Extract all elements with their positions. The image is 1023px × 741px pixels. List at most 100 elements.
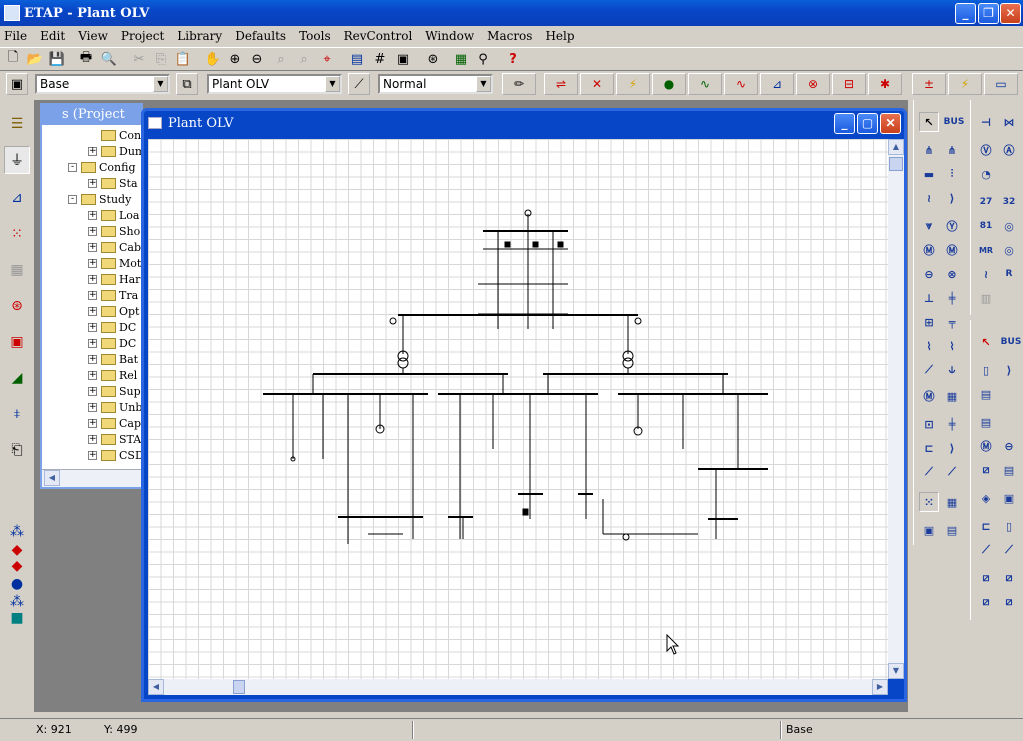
contactor-icon[interactable]: ⫝ — [942, 360, 962, 380]
generator-icon[interactable]: Ⓨ — [942, 216, 962, 236]
minimize-button[interactable]: _ — [955, 3, 976, 24]
tree-item[interactable]: + Sup — [88, 383, 141, 399]
expand-icon[interactable]: + — [88, 402, 97, 412]
pan-hand-icon[interactable]: ✋ — [202, 48, 224, 70]
square-icon[interactable]: ■ — [4, 604, 30, 632]
help-icon[interactable]: ? — [502, 48, 524, 70]
chevron-down-icon[interactable]: ▼ — [476, 76, 491, 92]
tree-item[interactable]: + Loa — [88, 207, 140, 223]
expand-icon[interactable]: + — [88, 306, 97, 316]
charger-icon[interactable]: ⧄ — [976, 460, 996, 480]
relay-pf-icon[interactable]: ◎ — [999, 240, 1019, 260]
one-line-diagram-canvas[interactable] — [148, 139, 888, 679]
display-options-icon[interactable]: ⁙ — [919, 492, 939, 512]
ground-switch-icon[interactable]: ⟋ — [919, 462, 939, 482]
menu-project[interactable]: Project — [121, 29, 164, 43]
scroll-right-icon[interactable]: ▶ — [872, 679, 888, 695]
collapse-icon[interactable]: - — [68, 194, 77, 204]
olv-horizontal-scrollbar[interactable]: ◀ ▶ — [148, 679, 888, 695]
expand-icon[interactable]: + — [88, 354, 97, 364]
relay-block-icon[interactable]: ▥ — [976, 288, 996, 308]
cable-view-icon[interactable]: ⁙ — [4, 220, 30, 248]
zoom-fit-icon[interactable]: ⌖ — [316, 48, 338, 70]
olv-close-button[interactable]: ✕ — [880, 113, 901, 134]
dc-network-icon[interactable]: ⧄ — [999, 568, 1019, 588]
olv-vertical-scrollbar[interactable]: ▲ ▼ — [888, 139, 904, 679]
pt-icon[interactable]: ╪ — [942, 414, 962, 434]
harmonics-icon[interactable]: ∿ — [688, 73, 722, 95]
presentation-combo[interactable]: Plant OLV ▼ — [207, 74, 342, 94]
expand-icon[interactable]: + — [88, 338, 97, 348]
scroll-up-icon[interactable]: ▲ — [888, 139, 904, 155]
hv-breaker-icon[interactable]: ⟋ — [942, 462, 962, 482]
scroll-left-icon[interactable]: ◀ — [44, 470, 60, 486]
revision-combo[interactable]: Base ▼ — [35, 74, 170, 94]
protective-coordination-icon[interactable]: ⊿ — [760, 73, 794, 95]
arc-flash-icon[interactable]: ⚡ — [616, 73, 650, 95]
mid-bus-left[interactable] — [312, 373, 508, 394]
ups-icon[interactable]: ▤ — [999, 460, 1019, 480]
expand-icon[interactable]: + — [88, 258, 97, 268]
dc-converter-icon[interactable]: ▤ — [976, 384, 996, 404]
static-load-icon[interactable]: ⊗ — [942, 264, 962, 284]
copy-icon[interactable]: ⎘ — [150, 48, 172, 70]
tree-item[interactable]: + Rel — [88, 367, 137, 383]
meter-icon[interactable]: ⟩ — [942, 438, 962, 458]
expand-icon[interactable]: + — [88, 386, 97, 396]
new-icon[interactable]: 🗋 — [2, 48, 24, 70]
expand-icon[interactable]: + — [88, 242, 97, 252]
project-horizontal-scrollbar[interactable]: ◀ — [42, 469, 142, 487]
optimal-power-flow-icon[interactable]: ⊗ — [796, 73, 830, 95]
dc-system-icon[interactable]: ▣ — [4, 328, 30, 356]
capacitor-icon[interactable]: ⊥ — [919, 288, 939, 308]
dc-panel-icon[interactable]: ⧄ — [976, 592, 996, 612]
tree-item[interactable]: + Unb — [88, 399, 142, 415]
dc-short-circuit-icon[interactable]: ⚡ — [948, 73, 982, 95]
expand-icon[interactable]: + — [88, 418, 97, 428]
transient-stability-icon[interactable]: ∿ — [724, 73, 758, 95]
transformer-right[interactable] — [622, 350, 634, 374]
menu-library[interactable]: Library — [177, 29, 222, 43]
dc-impedance-icon[interactable]: ⟩ — [999, 360, 1019, 380]
menu-file[interactable]: File — [4, 29, 27, 43]
expand-icon[interactable]: + — [88, 210, 97, 220]
impedance-icon[interactable]: ⟩ — [942, 188, 962, 208]
tree-item[interactable]: Con — [88, 127, 141, 143]
tree-item[interactable]: + Tra — [88, 287, 138, 303]
ground-grid-palette-icon[interactable]: ▣ — [919, 520, 939, 540]
pt-palette-icon[interactable]: ⋈ — [999, 112, 1019, 132]
plant-olv-window[interactable]: Plant OLV _ ▢ ✕ ▲ ▼ ◀ ▶ — [141, 108, 907, 702]
menu-window[interactable]: Window — [425, 29, 474, 43]
motor-start-icon[interactable]: ● — [652, 73, 686, 95]
phase-adapter-icon[interactable]: ╤ — [942, 312, 962, 332]
expand-icon[interactable]: + — [88, 226, 97, 236]
edit-mode-pencil-icon[interactable]: ✏ — [502, 73, 536, 95]
short-circuit-icon[interactable]: ✕ — [580, 73, 614, 95]
tree-item[interactable]: + Mot — [88, 255, 141, 271]
relay-81-icon[interactable]: 81 — [976, 216, 996, 236]
relay-link-icon[interactable]: ≀ — [976, 264, 996, 284]
tree-item[interactable]: - Study — [68, 191, 131, 207]
synchronous-motor-icon[interactable]: Ⓜ — [942, 240, 962, 260]
load-flow-icon[interactable]: ⇌ — [544, 73, 578, 95]
find-icon[interactable]: ⚲ — [472, 48, 494, 70]
open-icon[interactable]: 📂 — [24, 48, 46, 70]
dc-load-flow-icon[interactable]: ± — [912, 73, 946, 95]
menu-tools[interactable]: Tools — [299, 29, 331, 43]
presentation-icon[interactable]: ⧉ — [176, 73, 198, 95]
menu-view[interactable]: View — [78, 29, 108, 43]
dc-panel2-icon[interactable]: ⧄ — [999, 592, 1019, 612]
menu-macros[interactable]: Macros — [487, 29, 532, 43]
theme-icon[interactable]: ▦ — [942, 492, 962, 512]
project-window[interactable]: s (Project Con + Dum - Config + Sta - Study + Loa +… — [40, 103, 145, 489]
panel-schedule-icon[interactable]: ⧧ — [4, 400, 30, 428]
tree-item[interactable]: + Opt — [88, 303, 139, 319]
switching-icon[interactable]: ⟋ — [348, 73, 370, 95]
relay-icon[interactable]: ⊏ — [919, 438, 939, 458]
composite-motor-icon[interactable]: Ⓜ — [919, 386, 939, 406]
star-view-icon[interactable]: ⊿ — [4, 184, 30, 212]
dc-load-icon[interactable]: ⊖ — [999, 436, 1019, 456]
close-button[interactable]: ✕ — [1000, 3, 1021, 24]
ct-icon[interactable]: ⊡ — [919, 414, 939, 434]
tree-item[interactable]: + Cab — [88, 239, 141, 255]
